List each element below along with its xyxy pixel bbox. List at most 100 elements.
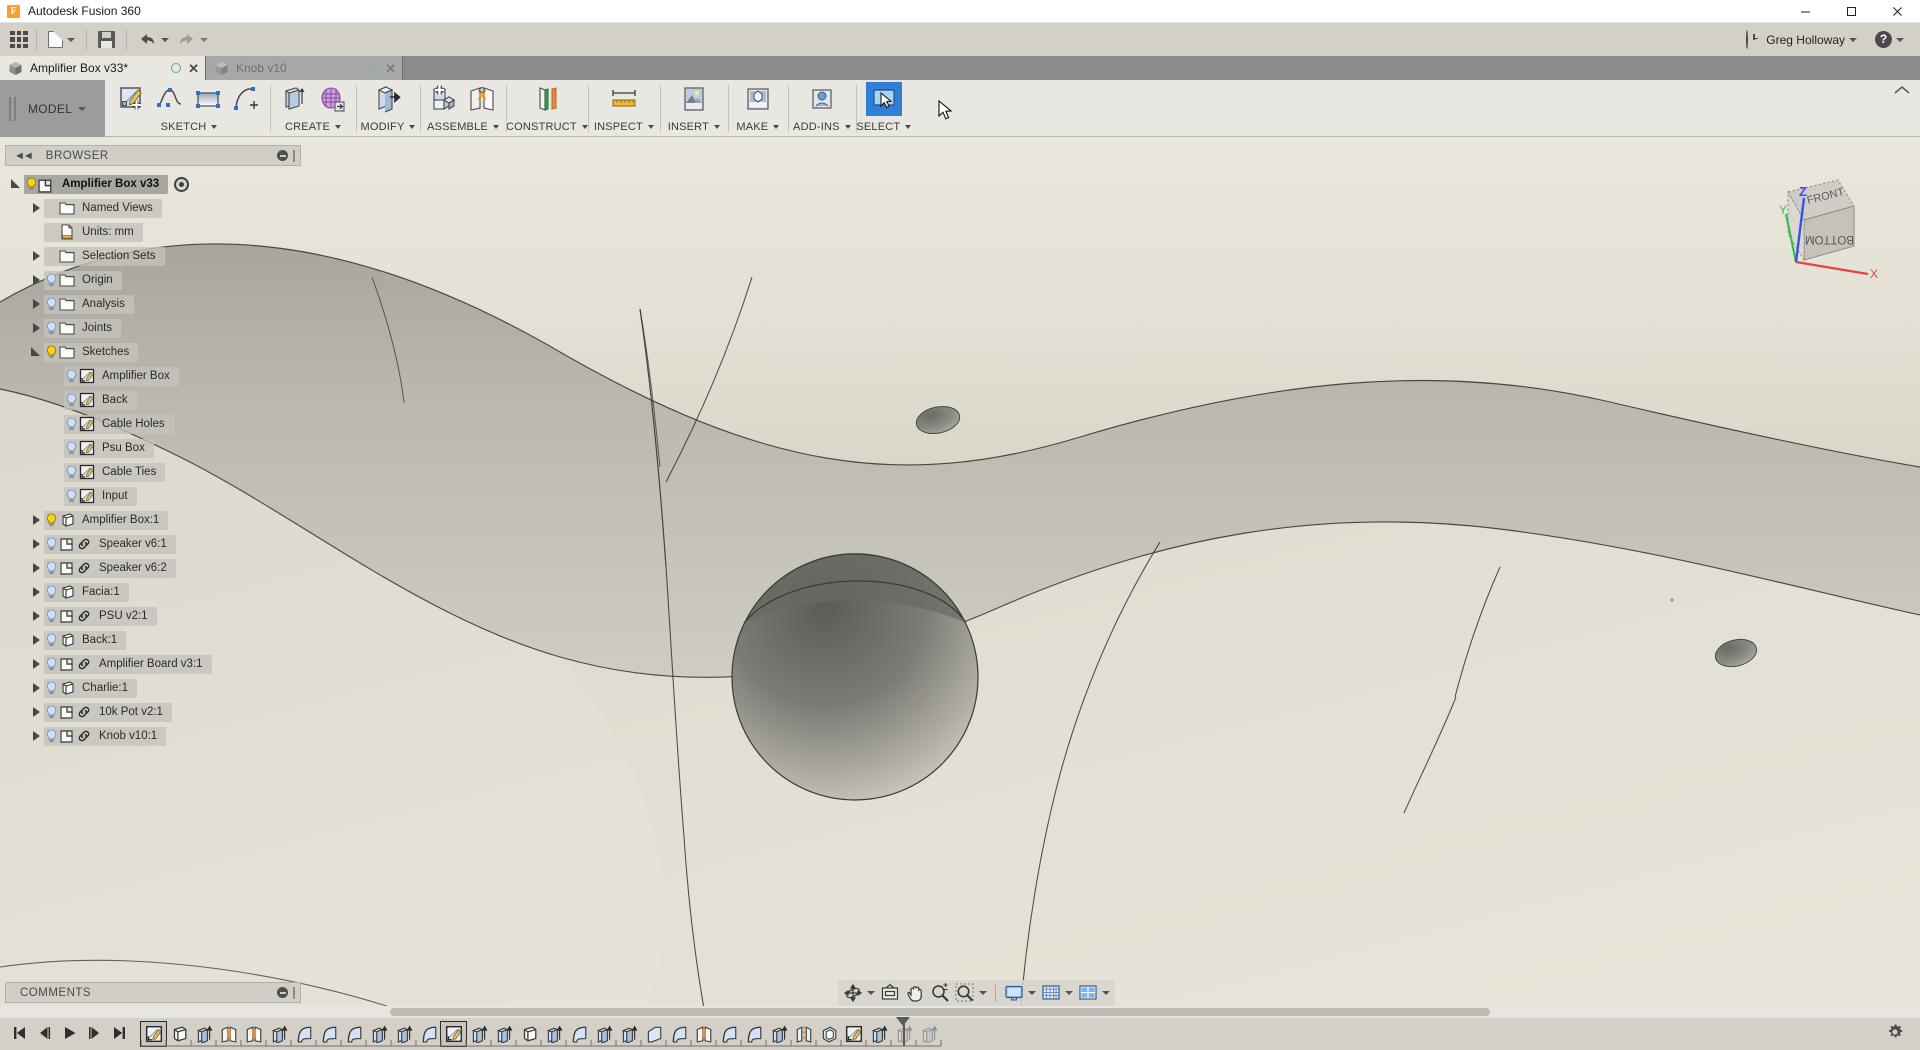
- tree-row-pill[interactable]: Sketches: [44, 343, 138, 362]
- new-component-button[interactable]: [426, 82, 462, 116]
- tree-row[interactable]: Units: mm: [0, 220, 310, 244]
- tree-row[interactable]: Psu Box: [0, 436, 310, 460]
- tree-row[interactable]: Back:1: [0, 628, 310, 652]
- extrude-button[interactable]: [276, 82, 312, 116]
- pan-button[interactable]: [903, 982, 927, 1004]
- tree-row[interactable]: Input: [0, 484, 310, 508]
- app-grid-icon[interactable]: [9, 30, 29, 50]
- tree-row-pill[interactable]: Speaker v6:2: [44, 559, 176, 578]
- tree-row[interactable]: 10k Pot v2:1: [0, 700, 310, 724]
- tree-row-pill[interactable]: Named Views: [44, 199, 162, 218]
- tree-row[interactable]: Speaker v6:2: [0, 556, 310, 580]
- panel-resize-grip[interactable]: [293, 150, 295, 162]
- tree-row[interactable]: Origin: [0, 268, 310, 292]
- light-bulb-off-icon[interactable]: [44, 273, 58, 287]
- tab-close-icon[interactable]: ✕: [188, 62, 199, 75]
- new-document-button[interactable]: [44, 27, 79, 53]
- ribbon-group-label[interactable]: SKETCH: [161, 118, 218, 135]
- zoom-button[interactable]: [928, 982, 952, 1004]
- twisty-collapsed-icon[interactable]: [28, 539, 44, 549]
- tree-row[interactable]: Selection Sets: [0, 244, 310, 268]
- twisty-collapsed-icon[interactable]: [28, 203, 44, 213]
- tree-row[interactable]: Analysis: [0, 292, 310, 316]
- tree-row-pill[interactable]: Units: mm: [44, 223, 143, 242]
- timeline-track[interactable]: [141, 1018, 1870, 1050]
- arc-button[interactable]: [228, 82, 264, 116]
- undo-button[interactable]: [134, 27, 173, 53]
- twisty-collapsed-icon[interactable]: [28, 611, 44, 621]
- light-bulb-off-icon[interactable]: [44, 561, 58, 575]
- twisty-collapsed-icon[interactable]: [28, 323, 44, 333]
- tree-row-pill[interactable]: Amplifier Box:1: [44, 511, 168, 530]
- zoom-window-button[interactable]: [953, 982, 989, 1004]
- twisty-collapsed-icon[interactable]: [28, 563, 44, 573]
- tab-close-icon[interactable]: ✕: [385, 62, 396, 75]
- light-bulb-off-icon[interactable]: [44, 585, 58, 599]
- recent-docs-button[interactable]: [1736, 31, 1758, 49]
- tree-row-pill[interactable]: Input: [64, 487, 137, 506]
- tree-row[interactable]: Joints: [0, 316, 310, 340]
- tree-row-pill[interactable]: Facia:1: [44, 583, 129, 602]
- measure-button[interactable]: [606, 82, 642, 116]
- help-menu[interactable]: ?: [1865, 31, 1910, 48]
- insert-canvas-button[interactable]: [676, 82, 712, 116]
- collapse-browser-icon[interactable]: ◄◄: [14, 150, 32, 162]
- ribbon-group-label[interactable]: INSERT: [668, 118, 720, 135]
- ribbon-group-label[interactable]: CONSTRUCT: [506, 118, 588, 135]
- light-bulb-off-icon[interactable]: [44, 681, 58, 695]
- scrollbar-thumb[interactable]: [390, 1008, 1490, 1016]
- tree-row-pill[interactable]: Selection Sets: [44, 247, 165, 266]
- light-bulb-off-icon[interactable]: [64, 417, 78, 431]
- tab-amplifier-box[interactable]: Amplifier Box v33* ✕: [0, 56, 205, 80]
- ribbon-group-label[interactable]: MAKE: [736, 118, 779, 135]
- light-bulb-off-icon[interactable]: [44, 657, 58, 671]
- orbit-button[interactable]: [841, 982, 877, 1004]
- tree-row-pill[interactable]: Origin: [44, 271, 122, 290]
- tree-row[interactable]: Named Views: [0, 196, 310, 220]
- light-bulb-off-icon[interactable]: [44, 729, 58, 743]
- timeline-settings-button[interactable]: [1870, 1023, 1920, 1046]
- tree-row[interactable]: Knob v10:1: [0, 724, 310, 748]
- select-button[interactable]: [866, 82, 902, 116]
- play-icon[interactable]: [62, 1026, 77, 1042]
- light-bulb-off-icon[interactable]: [44, 297, 58, 311]
- twisty-expanded-icon[interactable]: [28, 347, 44, 357]
- tree-row-pill[interactable]: Amplifier Box v33: [24, 175, 168, 194]
- 3d-print-button[interactable]: [740, 82, 776, 116]
- twisty-collapsed-icon[interactable]: [28, 635, 44, 645]
- tree-row-pill[interactable]: Amplifier Box: [64, 367, 179, 386]
- light-bulb-off-icon[interactable]: [44, 321, 58, 335]
- collapse-ribbon-button[interactable]: [1894, 83, 1910, 98]
- joint-button[interactable]: [464, 82, 500, 116]
- twisty-collapsed-icon[interactable]: [28, 251, 44, 261]
- minus-circle-icon[interactable]: [277, 150, 288, 161]
- step-forward-icon[interactable]: [87, 1026, 102, 1042]
- tree-row[interactable]: Speaker v6:1: [0, 532, 310, 556]
- ribbon-group-label[interactable]: INSPECT: [594, 118, 654, 135]
- create-sketch-button[interactable]: [114, 82, 150, 116]
- light-bulb-off-icon[interactable]: [64, 369, 78, 383]
- ribbon-group-label[interactable]: SELECT: [856, 118, 911, 135]
- tree-row-pill[interactable]: 10k Pot v2:1: [44, 703, 172, 722]
- tree-row-pill[interactable]: Knob v10:1: [44, 727, 166, 746]
- tree-row-pill[interactable]: Back: [64, 391, 137, 410]
- ribbon-group-label[interactable]: ASSEMBLE: [427, 118, 499, 135]
- tree-row-pill[interactable]: Cable Holes: [64, 415, 174, 434]
- tree-row-pill[interactable]: Analysis: [44, 295, 134, 314]
- look-at-button[interactable]: [878, 982, 902, 1004]
- view-cube[interactable]: FRONT BOTTOM X Y Z: [1750, 162, 1880, 282]
- display-settings-button[interactable]: [1002, 982, 1038, 1004]
- twisty-collapsed-icon[interactable]: [28, 659, 44, 669]
- tree-row-pill[interactable]: PSU v2:1: [44, 607, 157, 626]
- light-bulb-off-icon[interactable]: [44, 537, 58, 551]
- tree-row[interactable]: Amplifier Box:1: [0, 508, 310, 532]
- maximize-button[interactable]: [1828, 0, 1874, 23]
- tree-row[interactable]: Amplifier Board v3:1: [0, 652, 310, 676]
- tree-row[interactable]: Back: [0, 388, 310, 412]
- press-pull-button[interactable]: [370, 82, 406, 116]
- step-back-icon[interactable]: [37, 1026, 52, 1042]
- tree-row-pill[interactable]: Cable Ties: [64, 463, 165, 482]
- component-activate-button[interactable]: [174, 177, 189, 192]
- twisty-collapsed-icon[interactable]: [28, 731, 44, 741]
- tree-row-pill[interactable]: Amplifier Board v3:1: [44, 655, 212, 674]
